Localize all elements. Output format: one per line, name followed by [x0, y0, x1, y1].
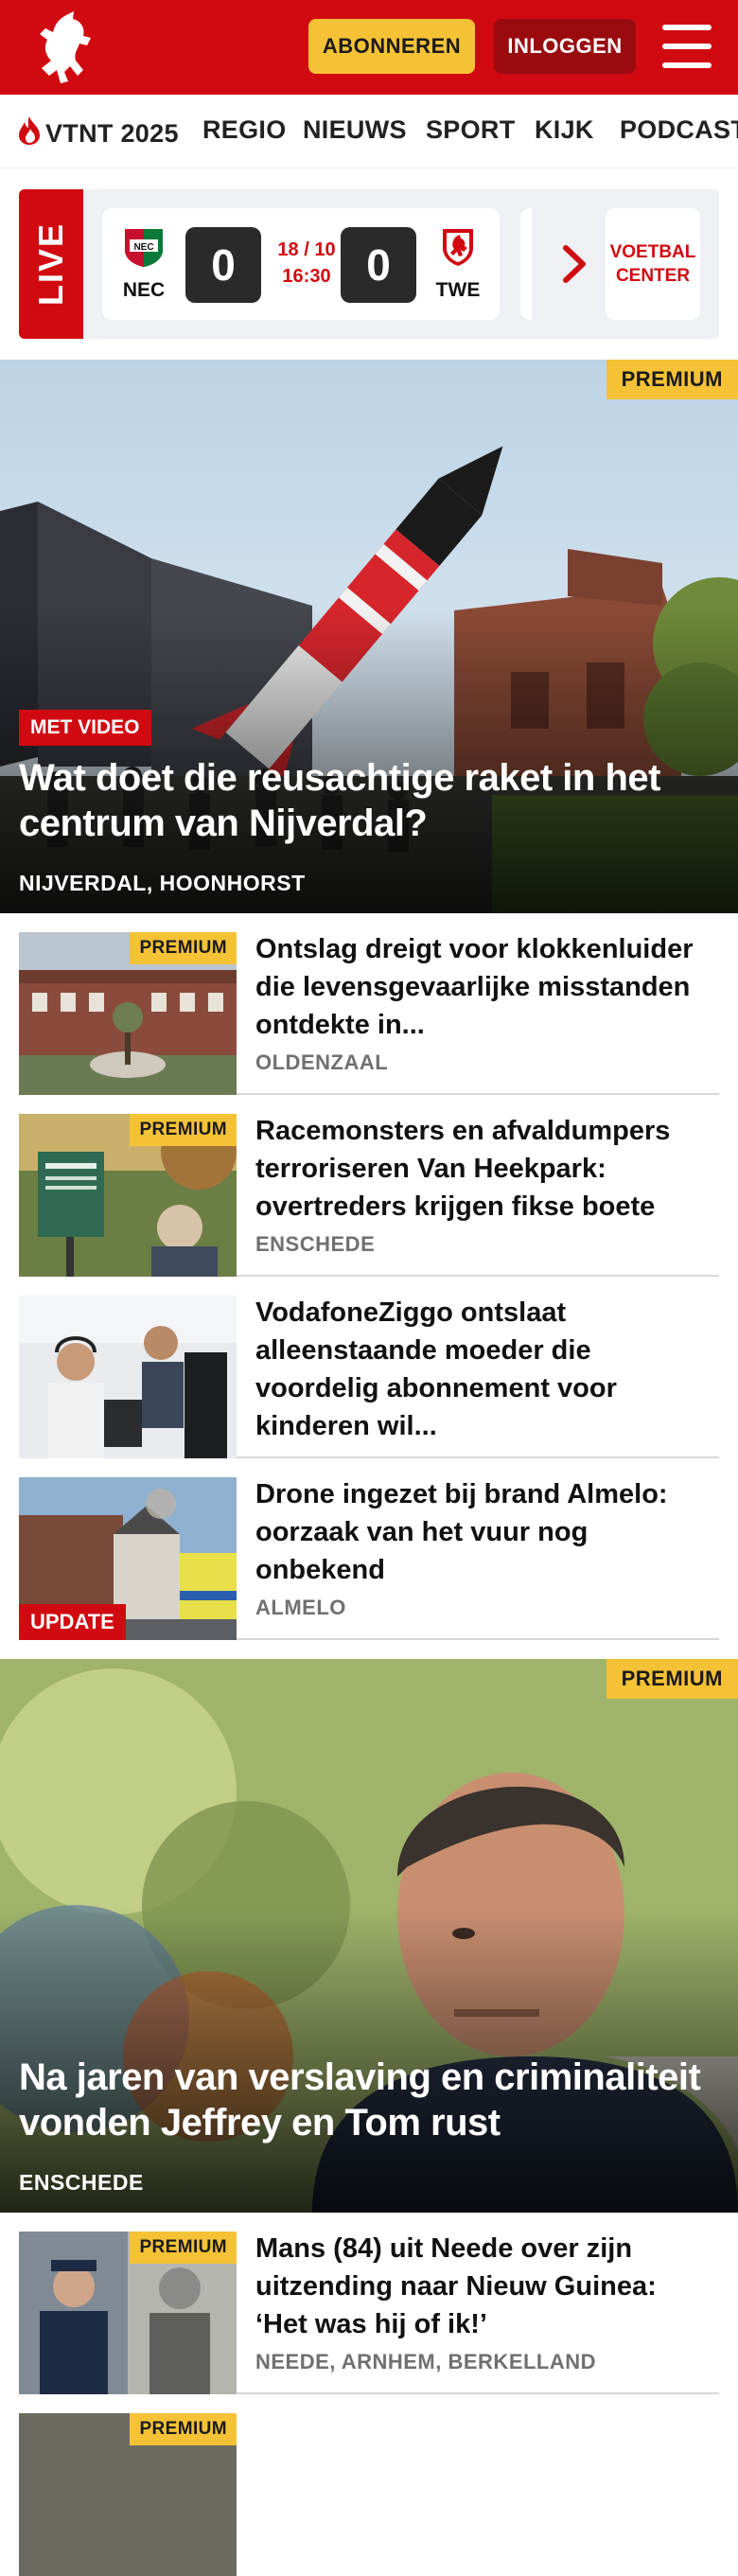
premium-badge: PREMIUM — [130, 2413, 237, 2445]
hero-title[interactable]: Na jaren van verslaving en criminaliteit… — [19, 2055, 719, 2145]
voetbal-center-button[interactable]: VOETBAL CENTER — [606, 208, 700, 320]
hero-location: ENSCHEDE — [19, 2170, 144, 2195]
article-thumbnail — [19, 1296, 237, 1458]
article-location: ENSCHEDE — [255, 1232, 376, 1256]
call-center-photo — [19, 1296, 237, 1458]
hero-title[interactable]: Wat doet die reusachtige raket in het ce… — [19, 755, 719, 846]
article-location: ALMELO — [255, 1596, 346, 1619]
login-button[interactable]: INLOGGEN — [494, 19, 636, 74]
nav-label: VTNT 2025 — [45, 119, 179, 148]
fc-twente-crest-icon — [443, 229, 473, 266]
nec-crest-icon: NEC — [125, 229, 163, 267]
live-badge: LIVE — [19, 189, 83, 339]
next-match-card[interactable] — [520, 208, 532, 320]
top-bar: ABONNEREN INLOGGEN — [0, 0, 738, 95]
nav-item-vtnt[interactable]: VTNT 2025 — [17, 115, 179, 149]
article-location: OLDENZAAL — [255, 1050, 389, 1074]
article-item[interactable]: PREMIUM — [19, 2394, 719, 2576]
article-thumbnail: PREMIUM — [19, 2413, 237, 2576]
subscribe-button[interactable]: ABONNEREN — [308, 19, 475, 74]
nav-item-kijk[interactable]: KIJK — [535, 115, 594, 145]
premium-badge: PREMIUM — [606, 360, 738, 399]
main-nav: VTNT 2025 REGIO NIEUWS SPORT KIJK PODCAS… — [0, 95, 738, 168]
hamburger-menu-icon[interactable] — [662, 25, 712, 68]
home-club: NEC NEC — [115, 225, 172, 302]
update-badge: UPDATE — [19, 1604, 126, 1640]
article-thumbnail: PREMIUM — [19, 932, 237, 1095]
chevron-right-icon[interactable] — [556, 242, 594, 286]
away-club-name: TWE — [435, 279, 481, 301]
nav-item-podcast[interactable]: PODCAST — [620, 115, 738, 145]
home-score: 0 — [185, 227, 261, 303]
center-label-1: VOETBAL — [609, 242, 696, 262]
premium-badge: PREMIUM — [130, 2232, 237, 2264]
live-label: LIVE — [31, 221, 71, 307]
article-item[interactable]: UPDATE Drone ingezet bij brand Almelo: o… — [19, 1458, 719, 1640]
away-club: TWE — [430, 225, 486, 302]
home-club-name: NEC — [122, 279, 166, 301]
article-item[interactable]: VodafoneZiggo ontslaat alleenstaande moe… — [19, 1277, 719, 1458]
article-item[interactable]: PREMIUM Racemonsters en afvaldumpers ter… — [19, 1095, 719, 1277]
premium-badge: PREMIUM — [606, 1659, 738, 1699]
article-title[interactable]: Ontslag dreigt voor klokkenluider die le… — [255, 930, 710, 1044]
nav-item-sport[interactable]: SPORT — [426, 115, 516, 145]
center-label-2: CENTER — [615, 266, 691, 286]
video-badge: MET VIDEO — [19, 710, 151, 746]
flame-icon — [19, 116, 40, 145]
match-date: 18 / 10 — [277, 239, 336, 260]
match-time: 16:30 — [282, 266, 331, 287]
hero-location: NIJVERDAL, HOONHORST — [19, 871, 306, 895]
hero-article-rocket[interactable]: PREMIUM MET VIDEO Wat doet die reusachti… — [0, 360, 738, 913]
hero-article-jeffrey-tom[interactable]: PREMIUM Na jaren van verslaving en crimi… — [0, 1659, 738, 2213]
article-title[interactable]: Mans (84) uit Neede over zijn uitzending… — [255, 2230, 710, 2343]
match-datetime: 18 / 10 16:30 — [269, 237, 344, 290]
article-item[interactable]: PREMIUM Mans (84) uit Neede over zijn ui… — [19, 2213, 719, 2394]
live-scores-strip: LIVE NEC NEC 0 18 / 10 16:30 0 TWE VOETB… — [19, 189, 719, 339]
tubantia-horse-logo[interactable] — [28, 9, 102, 85]
article-thumbnail: PREMIUM — [19, 2232, 237, 2394]
article-title[interactable]: Racemonsters en afvaldumpers terrorisere… — [255, 1112, 710, 1226]
nav-item-regio[interactable]: REGIO — [202, 115, 287, 145]
article-thumbnail: UPDATE — [19, 1477, 237, 1640]
article-title[interactable]: Drone ingezet bij brand Almelo: oorzaak … — [255, 1475, 710, 1589]
match-card[interactable]: NEC NEC 0 18 / 10 16:30 0 TWE — [102, 208, 500, 320]
article-thumbnail: PREMIUM — [19, 1114, 237, 1277]
away-score: 0 — [341, 227, 416, 303]
premium-badge: PREMIUM — [130, 1114, 237, 1146]
article-title[interactable]: VodafoneZiggo ontslaat alleenstaande moe… — [255, 1294, 710, 1445]
svg-text:NEC: NEC — [133, 242, 153, 253]
article-location: NEEDE, ARNHEM, BERKELLAND — [255, 2350, 597, 2373]
article-item[interactable]: PREMIUM Ontslag dreigt voor klokkenluide… — [19, 913, 719, 1095]
premium-badge: PREMIUM — [130, 932, 237, 964]
nav-item-nieuws[interactable]: NIEUWS — [303, 115, 407, 145]
